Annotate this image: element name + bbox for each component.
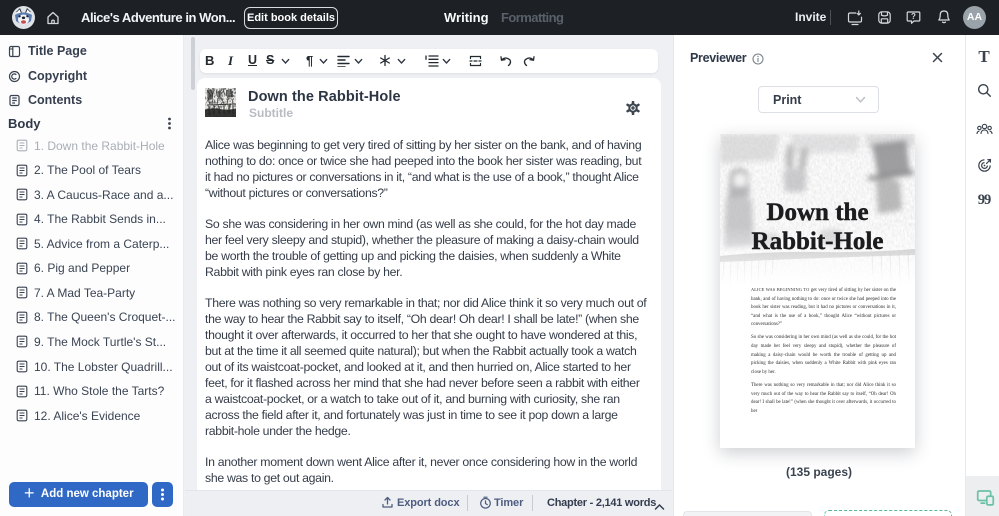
svg-text:?: ? [911, 12, 916, 21]
